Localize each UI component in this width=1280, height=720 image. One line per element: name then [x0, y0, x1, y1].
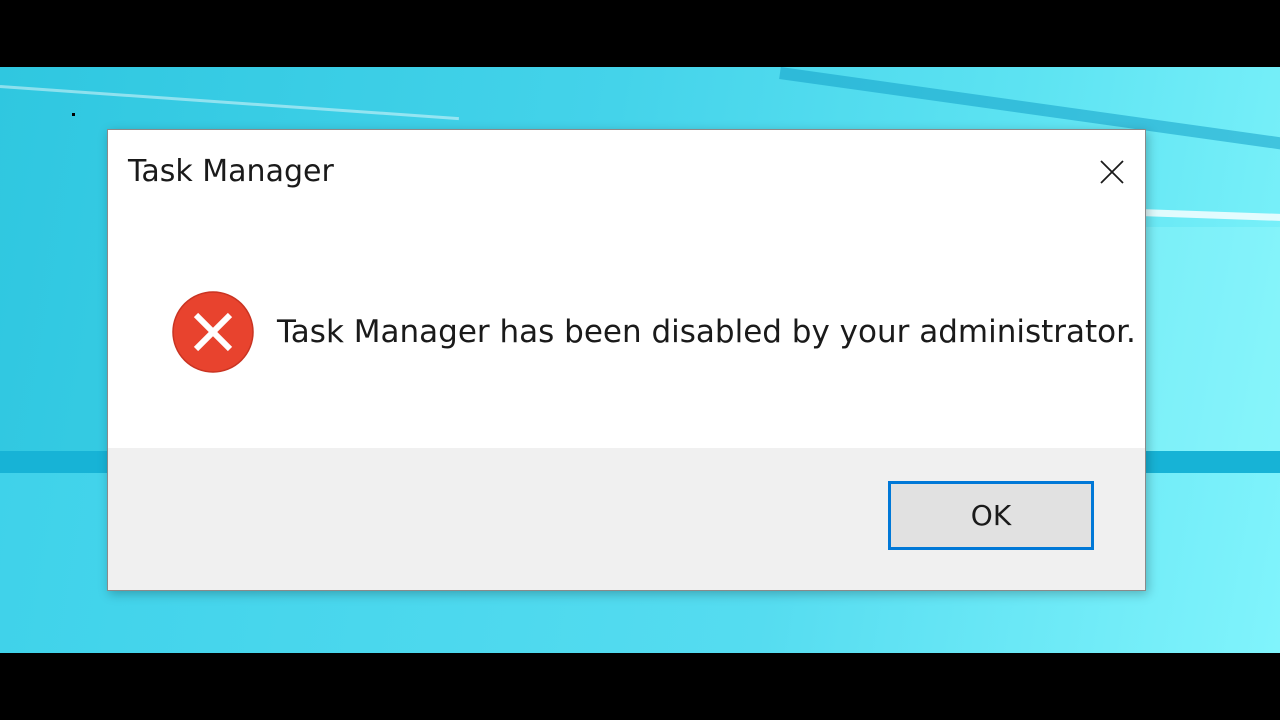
error-dialog: Task Manager Task Manager has been disab…	[107, 129, 1146, 591]
error-message: Task Manager has been disabled by your a…	[277, 314, 1136, 350]
close-button[interactable]	[1079, 130, 1145, 214]
letterbox-bottom	[0, 653, 1280, 720]
wallpaper-streak	[1139, 209, 1280, 222]
wallpaper-streak	[0, 85, 459, 121]
cursor-dot	[72, 113, 75, 116]
letterbox-top	[0, 0, 1280, 67]
message-row: Task Manager has been disabled by your a…	[171, 290, 1136, 374]
dialog-footer: OK	[108, 448, 1145, 590]
ok-button[interactable]: OK	[888, 481, 1094, 550]
error-icon	[172, 291, 254, 373]
close-icon	[1100, 160, 1124, 184]
dialog-title: Task Manager	[128, 154, 334, 189]
